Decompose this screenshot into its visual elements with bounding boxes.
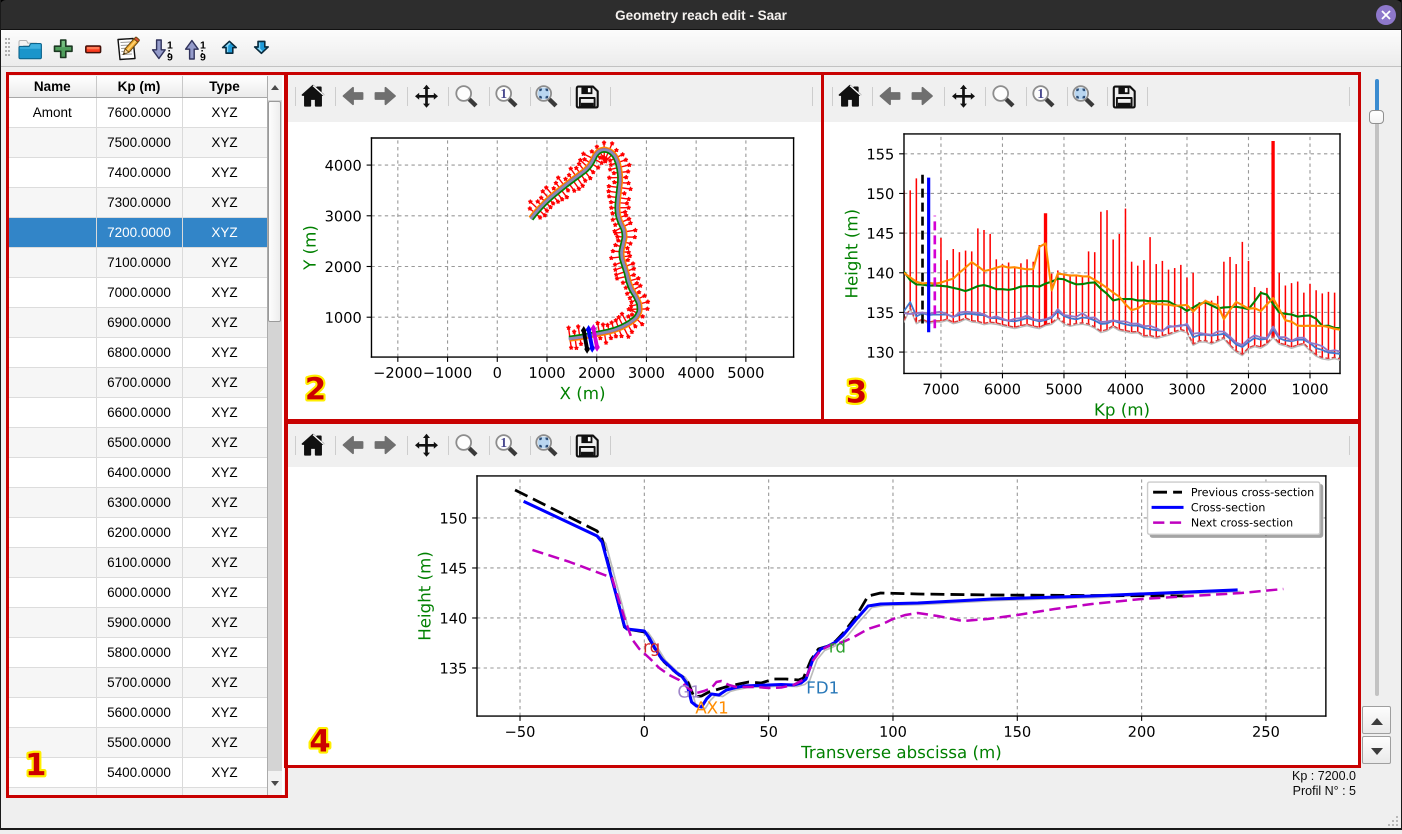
svg-text:1: 1: [167, 40, 173, 52]
svg-text:1: 1: [200, 40, 206, 52]
svg-text:1: 1: [1037, 86, 1044, 101]
svg-text:1: 1: [500, 435, 507, 450]
svg-text:9: 9: [167, 51, 173, 63]
svg-text:1: 1: [500, 86, 507, 101]
svg-text:9: 9: [200, 51, 206, 63]
